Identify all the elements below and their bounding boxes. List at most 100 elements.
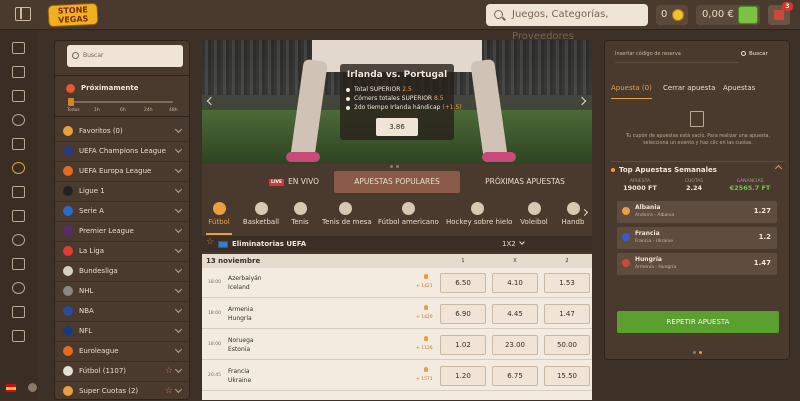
tab-live[interactable]: LIVE EN VIVO	[244, 171, 344, 193]
sidebar-item-nhl[interactable]: NHL	[55, 281, 189, 301]
more-markets-link[interactable]: + 1571	[416, 377, 433, 382]
top-weekly-bets-header[interactable]: Top Apuestas Semanales	[611, 161, 785, 174]
tab-apuesta[interactable]: Apuesta (0)	[611, 81, 652, 99]
chip-icon[interactable]	[12, 282, 25, 294]
more-markets-link[interactable]: + 1421	[416, 284, 433, 289]
table-row[interactable]: 18:00 Azerbaiyán Iceland + 1421 6.50 4.1…	[202, 268, 592, 298]
help-icon[interactable]	[28, 383, 37, 392]
sidebar-item-nba[interactable]: NBA	[55, 301, 189, 321]
nhl-icon	[63, 286, 73, 296]
live-tv-icon[interactable]	[12, 210, 25, 222]
wallet-balance[interactable]: 0,00 €	[696, 5, 760, 25]
sidebar-item-serie-a[interactable]: Serie A	[55, 201, 189, 221]
wallet-icon[interactable]	[738, 6, 758, 24]
repeat-bet-button[interactable]: REPETIR APUESTA	[617, 311, 779, 333]
store-icon[interactable]	[12, 330, 25, 342]
roulette-icon[interactable]	[12, 114, 25, 126]
odd-button[interactable]: 4.10	[492, 273, 538, 293]
time-slider-handle[interactable]	[68, 98, 74, 106]
grid-icon[interactable]	[12, 186, 25, 198]
odd-button[interactable]: 15.50	[544, 366, 590, 386]
casino-icon[interactable]	[12, 42, 25, 54]
sidebar-item-bundesliga[interactable]: Bundesliga	[55, 261, 189, 281]
chevron-left-icon[interactable]	[206, 96, 216, 106]
sidebar-item-super-cuotas[interactable]: Super Cuotas (2) ☆	[55, 381, 189, 401]
sport-tenis-de-mesa[interactable]: Tenis de mesa	[322, 200, 372, 232]
featured-odd-button[interactable]: 3.86	[376, 118, 418, 136]
odd-button[interactable]: 1.53	[544, 273, 590, 293]
crown-icon[interactable]	[12, 306, 25, 318]
booking-code-input[interactable]: Insertar código de reserva	[615, 51, 739, 63]
sidebar-item-premier-league[interactable]: Premier League	[55, 221, 189, 241]
sports-icon[interactable]	[12, 162, 25, 174]
sport-hockey-sobre-hielo[interactable]: Hockey sobre hielo	[446, 200, 512, 232]
sidebar-item-nfl[interactable]: NFL	[55, 321, 189, 341]
trophy-icon[interactable]	[12, 258, 25, 270]
clover-icon[interactable]	[12, 138, 25, 150]
favorite-star-icon[interactable]: ☆	[165, 381, 173, 401]
tab-popular[interactable]: APUESTAS POPULARES	[334, 171, 460, 193]
sport-voleibol[interactable]: Voleibol	[518, 200, 550, 232]
odd-button[interactable]: 1.20	[440, 366, 486, 386]
table-row[interactable]: 20:45 Francia Ukraine + 1571 1.20 6.75 1…	[202, 361, 592, 391]
odd-button[interactable]: 6.90	[440, 304, 486, 324]
gift-button[interactable]: 3	[768, 2, 793, 25]
sidebar-search-input[interactable]: Buscar	[67, 45, 183, 67]
sidebar-item-europa-league[interactable]: UEFA Europa League	[55, 161, 189, 181]
coins-balance[interactable]: 0	[656, 5, 688, 25]
tab-cerrar-apuesta[interactable]: Cerrar apuesta	[663, 81, 715, 99]
hero-banner[interactable]: Irlanda vs. Portugal Total SUPERIOR 2.5 …	[202, 40, 592, 164]
search-icon	[72, 52, 79, 59]
table-row[interactable]: 18:00 Armenia Hungría + 1420 6.90 4.45 1…	[202, 299, 592, 329]
featured-match-card[interactable]: Irlanda vs. Portugal Total SUPERIOR 2.5 …	[340, 64, 462, 140]
odd-button[interactable]: 4.45	[492, 304, 538, 324]
odd-button[interactable]: 23.00	[492, 335, 538, 355]
chevron-right-icon[interactable]	[577, 96, 587, 106]
chevron-down-icon	[174, 225, 183, 234]
odd-button[interactable]: 6.50	[440, 273, 486, 293]
shop-icon[interactable]	[12, 66, 25, 78]
sidebar-item-euroleague[interactable]: Euroleague	[55, 341, 189, 361]
favorite-star-icon[interactable]: ☆	[206, 237, 214, 247]
pick-match: Francia - Ukraine	[635, 239, 674, 244]
sidebar-item-la-liga[interactable]: La Liga	[55, 241, 189, 261]
logo[interactable]: STONE VEGAS	[47, 2, 99, 28]
booking-search-button[interactable]: Buscar	[741, 51, 768, 57]
favorite-star-icon[interactable]: ☆	[165, 361, 173, 381]
more-markets-link[interactable]: + 1420	[416, 315, 433, 320]
odd-button[interactable]: 6.75	[492, 366, 538, 386]
europa-league-icon	[63, 166, 73, 176]
more-markets-link[interactable]: + 1126	[416, 346, 433, 351]
slider-label: 1h	[94, 108, 100, 113]
sidebar-item-futbol[interactable]: Fútbol (1107) ☆	[55, 361, 189, 381]
search-icon	[741, 51, 746, 56]
sport-basketball[interactable]: Basketball	[240, 200, 282, 232]
search-input[interactable]: Juegos, Categorías, Proveedores	[486, 4, 648, 42]
carousel-dot[interactable]	[390, 165, 393, 168]
carousel-dot[interactable]	[693, 351, 696, 354]
sport-tenis[interactable]: Tenis	[288, 200, 312, 232]
carousel-dot[interactable]	[396, 165, 399, 168]
tab-apuestas[interactable]: Apuestas	[723, 81, 755, 99]
odd-button[interactable]: 1.02	[440, 335, 486, 355]
active-sport-indicator	[206, 233, 232, 235]
carousel-dot[interactable]	[699, 351, 702, 354]
sports-sidebar: Buscar Próximamente Todos 1h 6h 24h 48h …	[54, 40, 190, 400]
sidebar-toggle-icon[interactable]	[15, 7, 31, 21]
sidebar-item-champions-league[interactable]: UEFA Champions League	[55, 141, 189, 161]
language-flag-icon[interactable]	[6, 384, 16, 392]
market-select[interactable]: 1X2	[502, 236, 525, 252]
popular-fire-icon	[424, 305, 428, 310]
sidebar-item-favorites[interactable]: Favoritos (0)	[55, 121, 189, 141]
sport-futbol-americano[interactable]: Fútbol americano	[378, 200, 439, 232]
odd-button[interactable]: 50.00	[544, 335, 590, 355]
bank-icon[interactable]	[12, 90, 25, 102]
tab-upcoming[interactable]: PRÓXIMAS APUESTAS	[472, 171, 578, 193]
time-slider-track[interactable]	[70, 101, 173, 103]
sidebar-item-ligue-1[interactable]: Ligue 1	[55, 181, 189, 201]
odd-button[interactable]: 1.47	[544, 304, 590, 324]
table-row[interactable]: 18:00 Noruega Estonia + 1126 1.02 23.00 …	[202, 330, 592, 360]
target-icon[interactable]	[12, 234, 25, 246]
sport-futbol[interactable]: Fútbol	[208, 200, 230, 232]
pick-odd: 1.47	[753, 259, 771, 267]
